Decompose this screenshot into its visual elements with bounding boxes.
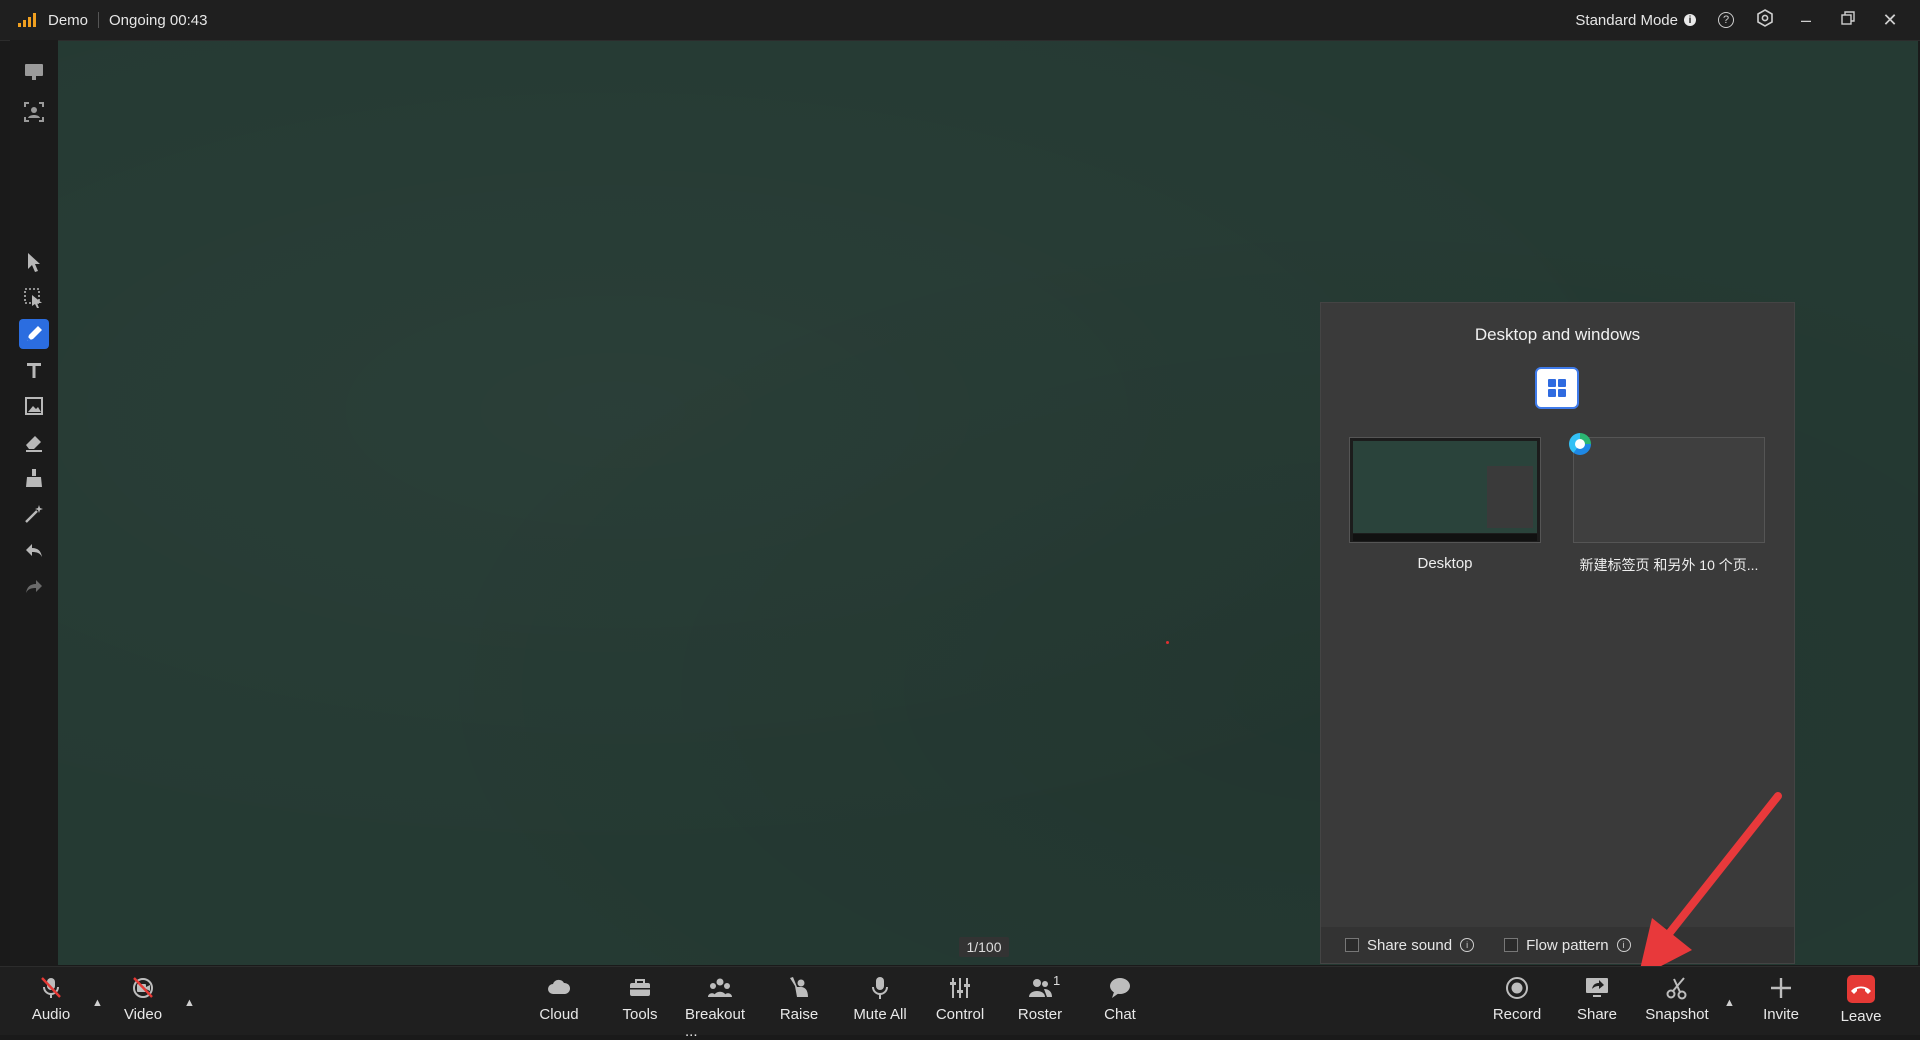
mute-all-label: Mute All xyxy=(853,1006,907,1023)
leave-button[interactable]: Leave xyxy=(1826,975,1896,1025)
pen-dot xyxy=(1166,641,1169,644)
magic-wand-icon[interactable] xyxy=(22,502,46,526)
thumbnail-panel xyxy=(1487,466,1533,528)
raise-label: Raise xyxy=(779,1006,819,1023)
page-counter: 1/100 xyxy=(959,937,1009,957)
cloud-label: Cloud xyxy=(539,1006,579,1023)
panel-title: Desktop and windows xyxy=(1474,325,1641,344)
restore-icon[interactable] xyxy=(1838,10,1858,31)
share-screen-icon xyxy=(1586,978,1608,997)
desktop-thumbnail[interactable] xyxy=(1349,437,1541,543)
whiteboard-tool-rail xyxy=(10,40,58,965)
camera-off-icon xyxy=(133,977,153,998)
thumbnail-toolbar xyxy=(1353,534,1537,541)
pen-icon[interactable] xyxy=(19,319,49,349)
presentation-icon[interactable] xyxy=(22,60,46,84)
sliders-icon xyxy=(950,978,970,998)
mute-all-button[interactable]: Mute All xyxy=(845,975,915,1023)
breakout-button[interactable]: Breakout ... xyxy=(685,975,755,1040)
undo-icon[interactable] xyxy=(22,538,46,562)
browser-window-label: 新建标签页 和另外 10 个页... xyxy=(1579,557,1759,573)
raise-button[interactable]: Raise xyxy=(764,975,834,1023)
minimize-icon[interactable]: – xyxy=(1796,10,1816,31)
info-icon[interactable]: i xyxy=(1616,938,1631,952)
invite-button[interactable]: Invite xyxy=(1746,975,1816,1023)
title-right: Standard Mode i ? – ✕ xyxy=(1575,0,1900,40)
record-icon xyxy=(1506,977,1528,999)
people-icon xyxy=(1029,979,1052,997)
record-label: Record xyxy=(1492,1006,1542,1023)
mic-icon xyxy=(872,977,888,999)
title-bar: Demo Ongoing 00:43 Standard Mode i ? – ✕ xyxy=(0,0,1920,41)
video-options-caret[interactable]: ▲ xyxy=(184,997,195,1009)
settings-icon[interactable] xyxy=(1756,9,1774,31)
video-button[interactable]: Video xyxy=(108,975,178,1023)
roster-label: Roster xyxy=(1017,1006,1063,1023)
pointer-icon[interactable] xyxy=(22,250,46,274)
share-sound-option[interactable]: Share sound i xyxy=(1345,936,1475,954)
text-icon[interactable] xyxy=(22,358,46,382)
desktop-label: Desktop xyxy=(1417,555,1473,572)
redo-icon[interactable] xyxy=(22,574,46,598)
image-icon[interactable] xyxy=(22,394,46,418)
flow-pattern-checkbox[interactable] xyxy=(1504,938,1519,952)
scissors-icon xyxy=(1666,977,1687,1000)
chat-label: Chat xyxy=(1104,1006,1136,1023)
tools-button[interactable]: Tools xyxy=(605,975,675,1023)
hang-up-icon xyxy=(1847,975,1875,1003)
browser-window-thumbnail[interactable] xyxy=(1573,437,1765,543)
meeting-name: Demo xyxy=(48,11,89,29)
windows-grid-icon xyxy=(1548,379,1566,397)
video-label: Video xyxy=(123,1006,163,1023)
chat-bubble-icon xyxy=(1110,978,1130,998)
control-button[interactable]: Control xyxy=(925,975,995,1023)
close-icon[interactable]: ✕ xyxy=(1880,10,1900,31)
breakout-label: Breakout ... xyxy=(685,1006,746,1040)
chat-button[interactable]: Chat xyxy=(1085,975,1155,1023)
edge-browser-icon xyxy=(1569,433,1591,455)
annotation-arrow xyxy=(1638,792,1782,978)
meeting-toolbar: Audio ▲ Video ▲ Cloud Tools Breakout ...… xyxy=(0,966,1920,1040)
signal-strength-icon xyxy=(18,13,36,27)
tools-label: Tools xyxy=(622,1006,658,1023)
eraser-icon[interactable] xyxy=(22,430,46,454)
control-label: Control xyxy=(935,1006,985,1023)
clear-broom-icon[interactable] xyxy=(22,466,46,490)
info-icon[interactable]: i xyxy=(1684,14,1696,26)
select-area-icon[interactable] xyxy=(22,286,46,310)
toolbox-icon xyxy=(630,979,650,996)
leave-label: Leave xyxy=(1840,1008,1882,1025)
flow-pattern-label: Flow pattern xyxy=(1526,936,1609,954)
audio-label: Audio xyxy=(31,1006,71,1023)
snapshot-label: Snapshot xyxy=(1645,1006,1709,1023)
camera-frame-icon[interactable] xyxy=(22,100,46,124)
share-sound-label: Share sound xyxy=(1367,936,1453,954)
roster-count: 1 xyxy=(1053,973,1061,988)
help-icon[interactable]: ? xyxy=(1718,12,1734,28)
mode-label: Standard Mode xyxy=(1575,11,1678,29)
raise-hand-icon xyxy=(790,977,808,997)
audio-button[interactable]: Audio xyxy=(16,975,86,1023)
group-icon xyxy=(708,978,732,997)
roster-button[interactable]: Roster 1 xyxy=(1005,973,1075,1023)
plus-icon xyxy=(1771,978,1791,998)
snapshot-options-caret[interactable]: ▲ xyxy=(1724,997,1735,1009)
cloud-button[interactable]: Cloud xyxy=(524,975,594,1023)
record-button[interactable]: Record xyxy=(1482,975,1552,1023)
title-left: Demo Ongoing 00:43 xyxy=(18,0,207,40)
meeting-status: Ongoing 00:43 xyxy=(109,11,208,29)
flow-pattern-option[interactable]: Flow pattern i xyxy=(1504,937,1631,954)
mic-muted-icon xyxy=(41,977,61,998)
windows-apps-button[interactable] xyxy=(1535,367,1579,409)
info-icon[interactable]: i xyxy=(1460,938,1475,952)
share-button[interactable]: Share xyxy=(1562,975,1632,1023)
audio-options-caret[interactable]: ▲ xyxy=(92,997,103,1009)
invite-label: Invite xyxy=(1763,1006,1799,1023)
mode-selector[interactable]: Standard Mode i xyxy=(1575,12,1696,29)
share-sound-checkbox[interactable] xyxy=(1345,938,1359,952)
share-label: Share xyxy=(1576,1006,1618,1023)
divider xyxy=(98,12,100,28)
snapshot-button[interactable]: Snapshot xyxy=(1642,975,1712,1023)
cloud-icon xyxy=(548,979,571,994)
